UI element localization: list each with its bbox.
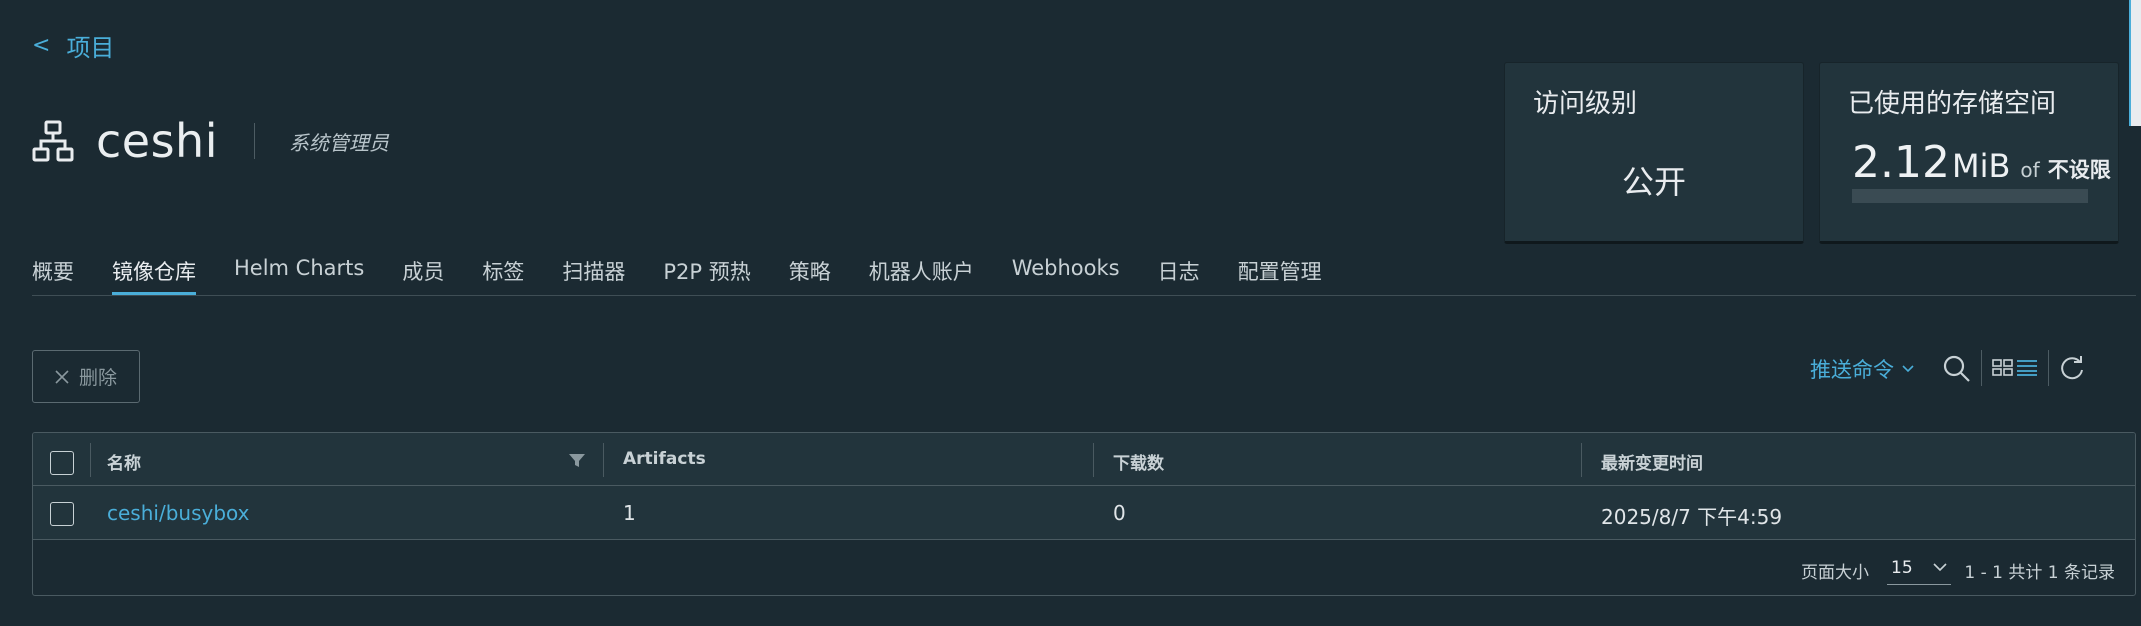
column-header-updated[interactable]: 最新变更时间 — [1601, 449, 1703, 474]
tab-labels[interactable]: 标签 — [482, 252, 524, 296]
tab-webhooks[interactable]: Webhooks — [1012, 252, 1120, 296]
access-level-title: 访问级别 — [1533, 89, 1638, 119]
tab-robot-accounts[interactable]: 机器人账户 — [869, 252, 974, 296]
column-header-downloads[interactable]: 下载数 — [1113, 449, 1164, 474]
column-divider — [603, 443, 604, 477]
toolbar-divider — [2048, 350, 2049, 386]
tab-configuration[interactable]: 配置管理 — [1238, 252, 1322, 296]
column-divider — [90, 443, 91, 477]
card-view-icon[interactable] — [1992, 359, 2014, 377]
tab-scanner[interactable]: 扫描器 — [562, 252, 625, 296]
table-header: 名称 Artifacts 下载数 最新变更时间 — [33, 433, 2135, 486]
chevron-down-icon — [1902, 365, 1914, 373]
project-icon — [32, 120, 74, 162]
delete-button[interactable]: 删除 — [32, 350, 140, 403]
refresh-icon[interactable] — [2058, 355, 2086, 383]
back-link-label: 项目 — [66, 34, 115, 62]
artifacts-count: 1 — [623, 501, 636, 525]
tab-repositories[interactable]: 镜像仓库 — [112, 252, 196, 296]
project-tabs: 概要 镜像仓库 Helm Charts 成员 标签 扫描器 P2P 预热 策略 … — [32, 252, 1360, 296]
select-all-checkbox[interactable] — [50, 451, 74, 475]
filter-icon[interactable] — [569, 454, 585, 468]
column-divider — [1581, 443, 1582, 477]
downloads-count: 0 — [1113, 501, 1126, 525]
tab-logs[interactable]: 日志 — [1158, 252, 1200, 296]
tabs-divider — [32, 295, 2136, 296]
updated-time: 2025/8/7 下午4:59 — [1601, 505, 1783, 529]
repository-table: 名称 Artifacts 下载数 最新变更时间 ceshi/busybox 1 … — [32, 432, 2136, 596]
storage-card: 已使用的存储空间 2.12 MiB of 不设限 — [1819, 62, 2119, 244]
storage-usage: 2.12 MiB of 不设限 — [1852, 137, 2111, 188]
back-to-projects-link[interactable]: < 项目 — [32, 28, 114, 63]
push-command-label: 推送命令 — [1810, 358, 1894, 382]
project-role: 系统管理员 — [289, 130, 389, 155]
access-level-card: 访问级别 公开 — [1504, 62, 1804, 244]
table-footer: 页面大小 15 1 - 1 共计 1 条记录 — [33, 541, 2135, 595]
side-panel-edge[interactable] — [2129, 0, 2141, 126]
tab-policy[interactable]: 策略 — [789, 252, 831, 296]
close-icon — [55, 369, 69, 384]
row-checkbox[interactable] — [50, 502, 74, 526]
chevron-down-icon — [1933, 563, 1947, 572]
pagination-info: 1 - 1 共计 1 条记录 — [1964, 563, 2115, 583]
storage-limit: 不设限 — [2047, 158, 2111, 182]
storage-progress-bar — [1852, 189, 2088, 203]
tab-summary[interactable]: 概要 — [32, 252, 74, 296]
tab-p2p-preheat[interactable]: P2P 预热 — [663, 252, 750, 296]
table-row[interactable]: ceshi/busybox 1 0 2025/8/7 下午4:59 — [33, 486, 2135, 540]
delete-button-label: 删除 — [78, 367, 117, 389]
toolbar-divider — [1981, 350, 1982, 386]
title-divider — [254, 123, 255, 159]
repository-name-link[interactable]: ceshi/busybox — [107, 501, 249, 525]
list-view-icon[interactable] — [2016, 359, 2038, 377]
column-header-name[interactable]: 名称 — [107, 449, 141, 474]
push-command-dropdown[interactable]: 推送命令 — [1810, 354, 1914, 384]
storage-used-unit: MiB — [1951, 147, 2011, 185]
chevron-left-icon: < — [32, 33, 51, 58]
storage-title: 已使用的存储空间 — [1848, 89, 2057, 119]
page-size-value: 15 — [1891, 557, 1913, 578]
access-level-value: 公开 — [1621, 163, 1686, 201]
project-name: ceshi — [96, 114, 218, 168]
column-divider — [1093, 443, 1094, 477]
page-size-label: 页面大小 — [1801, 563, 1869, 583]
tab-helm-charts[interactable]: Helm Charts — [234, 252, 364, 296]
project-header: ceshi 系统管理员 — [32, 112, 389, 170]
column-header-artifacts[interactable]: Artifacts — [623, 449, 706, 469]
storage-used-value: 2.12 — [1852, 137, 1950, 188]
page-size-select[interactable]: 15 — [1887, 551, 1951, 585]
search-icon[interactable] — [1942, 354, 1972, 384]
tab-members[interactable]: 成员 — [402, 252, 444, 296]
storage-of: of — [2020, 158, 2040, 182]
